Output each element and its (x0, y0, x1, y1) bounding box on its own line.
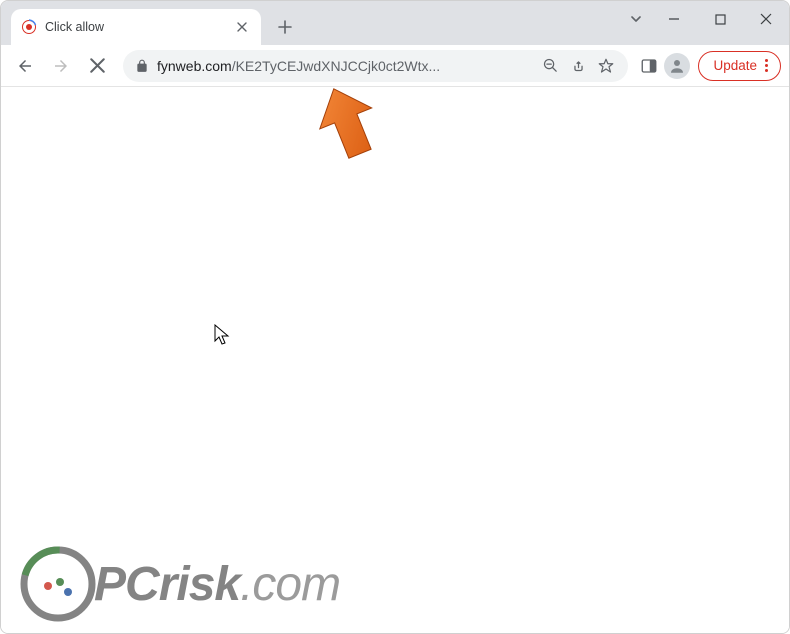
menu-kebab-icon (765, 59, 768, 72)
zoom-icon[interactable] (540, 56, 560, 76)
lock-icon (135, 59, 149, 73)
watermark-text: PCrisk.com (94, 557, 340, 612)
maximize-button[interactable] (697, 1, 743, 37)
watermark: PCrisk.com (20, 546, 340, 622)
tab-search-button[interactable] (621, 1, 651, 37)
window-controls (621, 1, 789, 37)
minimize-button[interactable] (651, 1, 697, 37)
watermark-brand-rest: risk (159, 558, 240, 611)
update-button[interactable]: Update (698, 51, 781, 81)
tab-close-button[interactable] (233, 18, 251, 36)
url-domain: fynweb.com (157, 58, 232, 74)
tab-title: Click allow (45, 20, 225, 34)
new-tab-button[interactable] (271, 13, 299, 41)
forward-button[interactable] (45, 50, 77, 82)
stop-reload-button[interactable] (81, 50, 113, 82)
profile-button[interactable] (664, 53, 690, 79)
back-button[interactable] (9, 50, 41, 82)
title-bar: Click allow (1, 1, 789, 45)
url-text: fynweb.com/KE2TyCEJwdXNJCCjk0ct2Wtx... (157, 58, 532, 74)
active-tab[interactable]: Click allow (11, 9, 261, 45)
watermark-tld: .com (240, 558, 340, 611)
side-panel-button[interactable] (638, 55, 660, 77)
close-window-button[interactable] (743, 1, 789, 37)
browser-window: Click allow (0, 0, 790, 634)
watermark-brand-strong: PC (94, 558, 159, 611)
tab-favicon-icon (21, 19, 37, 35)
share-icon[interactable] (568, 56, 588, 76)
update-label: Update (713, 58, 757, 73)
url-path: /KE2TyCEJwdXNJCCjk0ct2Wtx... (232, 58, 441, 74)
watermark-logo-icon (20, 546, 96, 622)
bookmark-star-icon[interactable] (596, 56, 616, 76)
address-bar[interactable]: fynweb.com/KE2TyCEJwdXNJCCjk0ct2Wtx... (123, 50, 628, 82)
toolbar: fynweb.com/KE2TyCEJwdXNJCCjk0ct2Wtx... U… (1, 45, 789, 87)
